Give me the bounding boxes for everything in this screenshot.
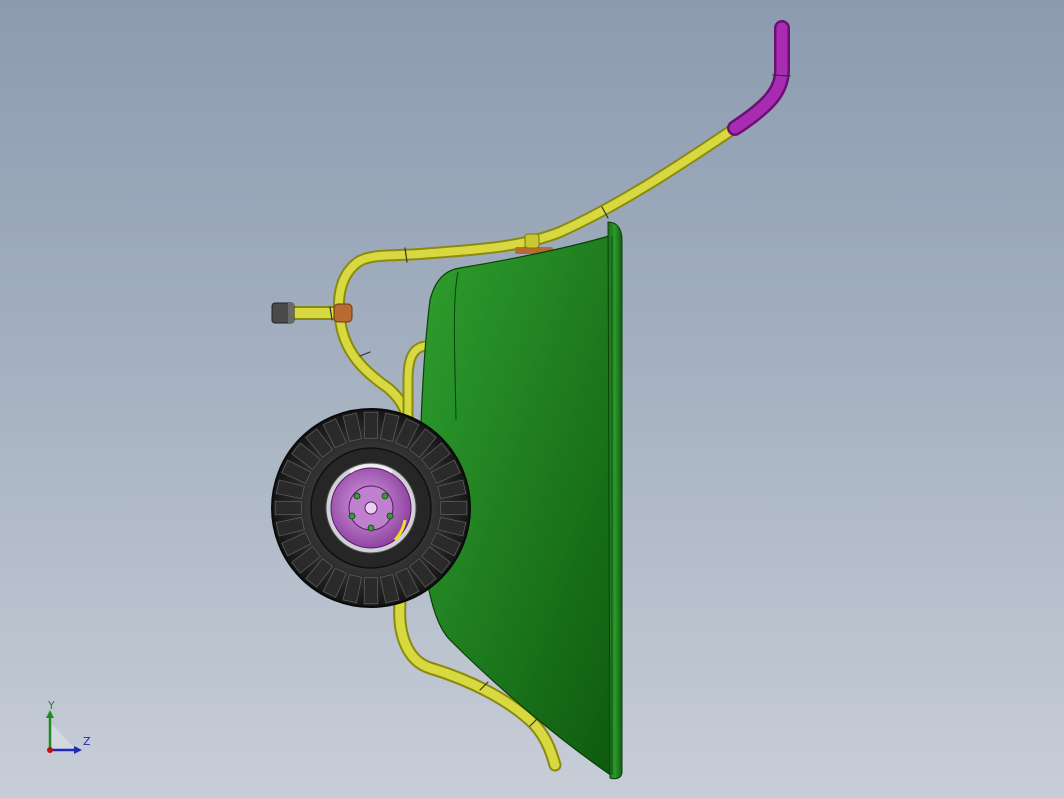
tread-block [440, 500, 468, 516]
tread-block [363, 411, 379, 439]
x-axis-dot [47, 747, 53, 753]
tray-rim[interactable] [607, 221, 623, 780]
graphics-viewport[interactable]: Y Z [0, 0, 1064, 798]
z-axis-label: Z [83, 735, 91, 748]
wheelbarrow-model[interactable] [0, 0, 1064, 798]
wheel-hub[interactable] [325, 462, 417, 554]
wheel[interactable] [271, 408, 471, 608]
coordinate-triad: Y Z [38, 700, 98, 760]
y-axis-label: Y [48, 699, 55, 712]
tread-block [274, 500, 302, 516]
handle-grip[interactable] [727, 20, 791, 136]
triad-graphic [46, 710, 82, 754]
tread-block [363, 577, 379, 605]
